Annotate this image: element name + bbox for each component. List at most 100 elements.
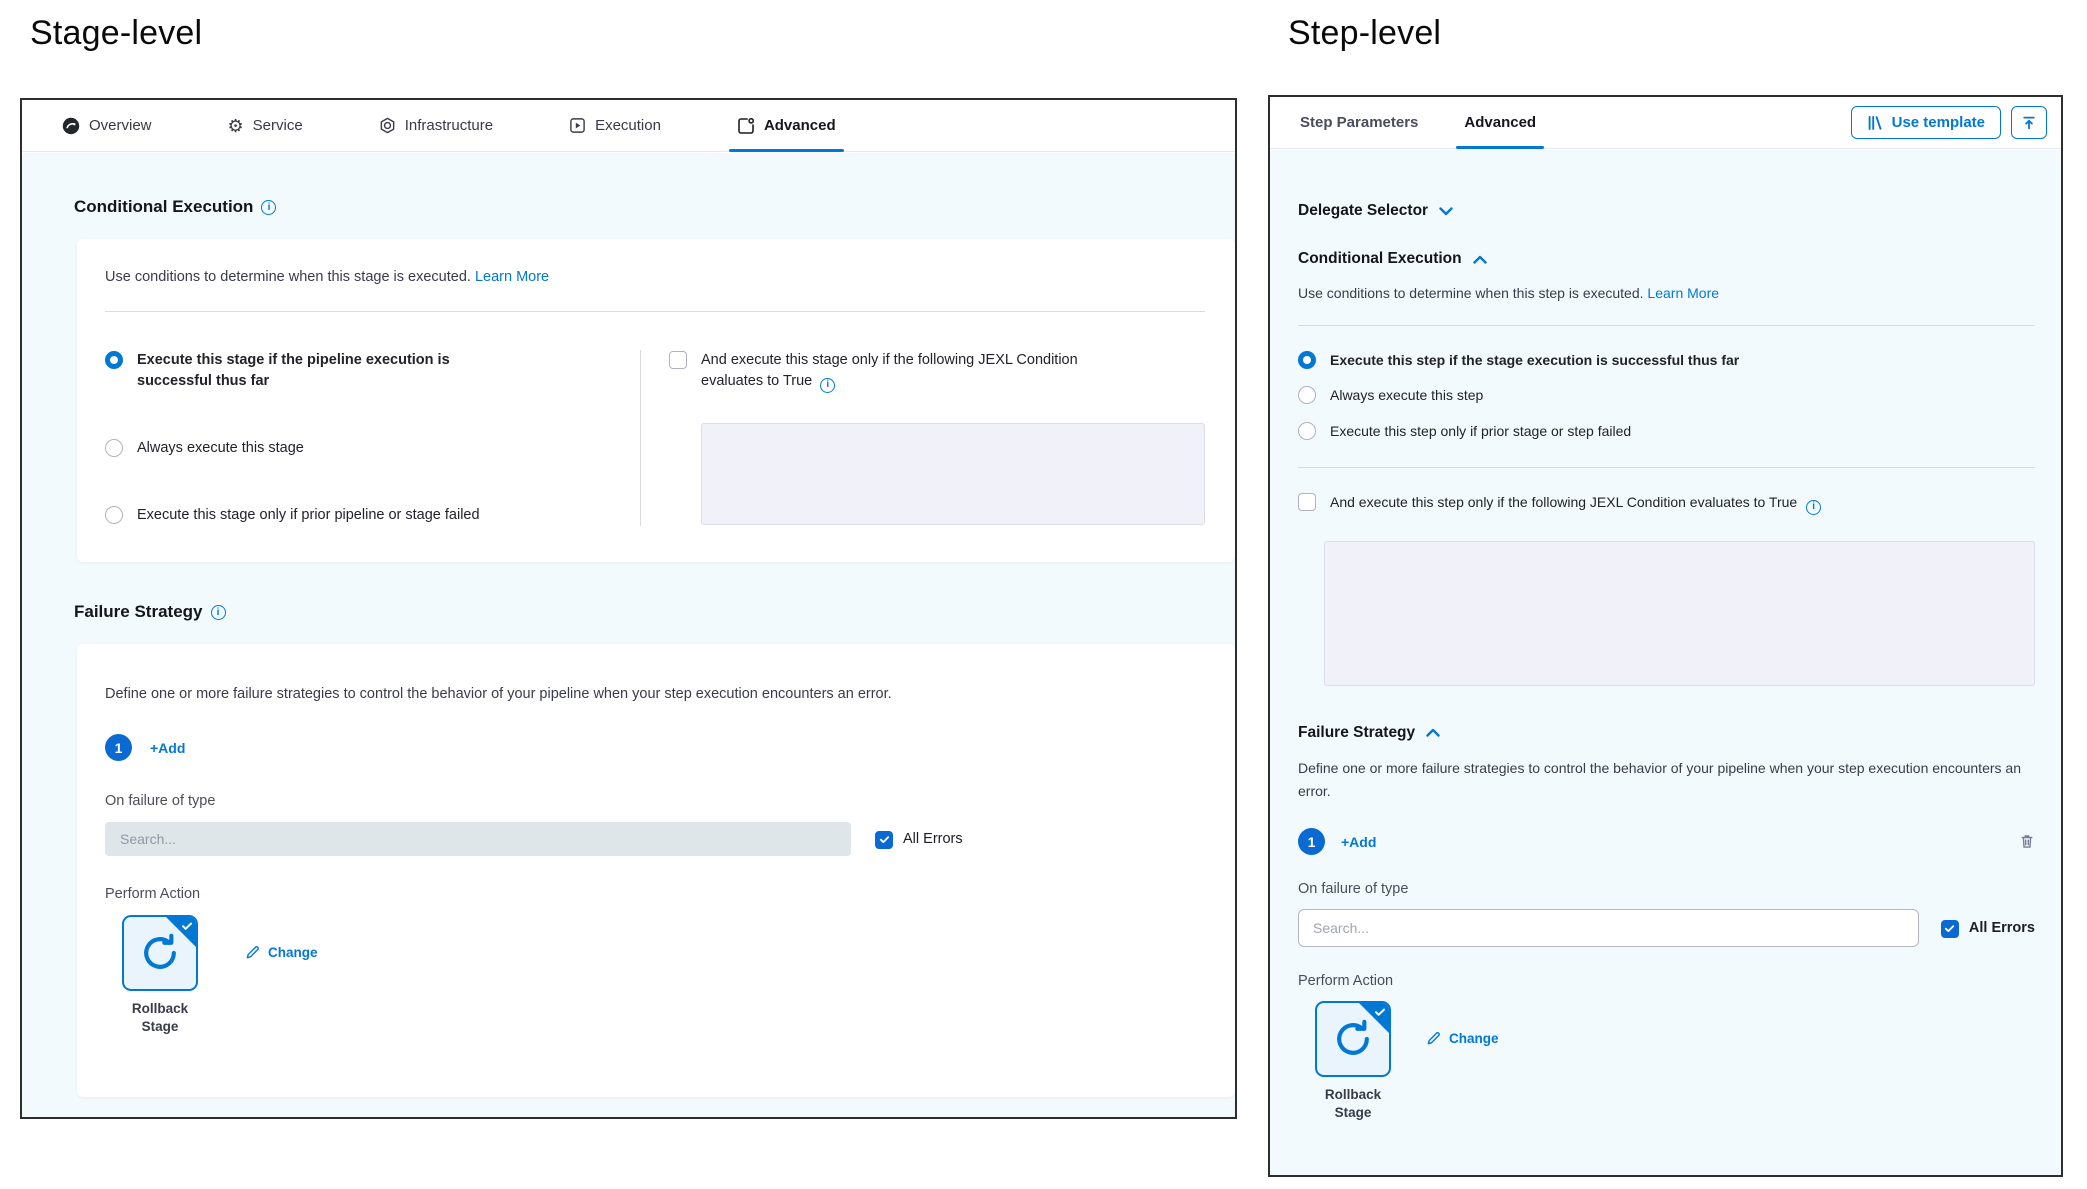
failure-type-search-input[interactable] bbox=[1298, 909, 1919, 947]
infrastructure-icon bbox=[379, 117, 396, 134]
change-label: Change bbox=[268, 945, 318, 960]
all-errors-checkbox[interactable] bbox=[875, 831, 893, 849]
all-errors-label: All Errors bbox=[1969, 920, 2035, 936]
add-strategy-button[interactable]: +Add bbox=[150, 740, 185, 756]
radio-button[interactable] bbox=[1298, 351, 1316, 369]
perform-action-label: Perform Action bbox=[1298, 973, 2035, 989]
on-failure-label: On failure of type bbox=[1298, 881, 2035, 897]
perform-action-row: Rollback Stage Change bbox=[1298, 1001, 2035, 1122]
section-title-text: Failure Strategy bbox=[74, 602, 203, 622]
radio-option: Execute this step if the stage execution… bbox=[1298, 350, 2035, 370]
jexl-checkbox[interactable] bbox=[1298, 493, 1316, 511]
section-title-text: Failure Strategy bbox=[1298, 724, 1415, 742]
failure-type-search-input[interactable] bbox=[105, 822, 851, 856]
conditional-execution-heading[interactable]: Conditional Execution bbox=[1298, 250, 2035, 268]
info-icon[interactable] bbox=[211, 605, 226, 620]
tab-advanced[interactable]: Advanced bbox=[1464, 97, 1536, 148]
jexl-column: And execute this stage only if the follo… bbox=[641, 350, 1205, 526]
radio-option: Always execute this step bbox=[1298, 385, 2035, 405]
failure-type-row: All Errors bbox=[105, 822, 1205, 856]
divider bbox=[1298, 467, 2035, 468]
tab-execution[interactable]: Execution bbox=[569, 100, 661, 151]
strategy-badge[interactable]: 1 bbox=[1298, 828, 1325, 855]
learn-more-link[interactable]: Learn More bbox=[1647, 285, 1719, 301]
radio-label: Execute this step only if prior stage or… bbox=[1330, 421, 1631, 441]
radio-option: Always execute this stage bbox=[105, 438, 640, 459]
tab-advanced[interactable]: Advanced bbox=[737, 100, 836, 151]
execution-icon bbox=[569, 117, 586, 134]
tab-label: Overview bbox=[89, 117, 152, 134]
tab-label: Infrastructure bbox=[405, 117, 493, 134]
tab-overview[interactable]: Overview bbox=[62, 100, 152, 151]
corner-check-icon bbox=[181, 920, 193, 932]
info-icon[interactable] bbox=[820, 378, 835, 393]
jexl-condition-textarea[interactable] bbox=[701, 423, 1205, 525]
rollback-stage-tile[interactable] bbox=[122, 915, 198, 991]
chevron-down-icon bbox=[1439, 207, 1453, 216]
jexl-checkbox-label: And execute this stage only if the follo… bbox=[701, 350, 1141, 393]
check-icon bbox=[1944, 923, 1955, 934]
tab-service[interactable]: ⚙ Service bbox=[228, 100, 303, 151]
divider bbox=[105, 311, 1205, 312]
stage-level-title: Stage-level bbox=[30, 14, 202, 53]
divider bbox=[1298, 325, 2035, 326]
change-action-link[interactable]: Change bbox=[1426, 1031, 1499, 1046]
rollback-stage-tile[interactable] bbox=[1315, 1001, 1391, 1077]
stage-advanced-panel: Overview ⚙ Service Infrastructure Execut… bbox=[20, 98, 1237, 1119]
stage-tabbar: Overview ⚙ Service Infrastructure Execut… bbox=[22, 100, 1235, 152]
gear-icon: ⚙ bbox=[228, 117, 244, 135]
step-tab-actions: Use template bbox=[1851, 106, 2047, 139]
radio-button[interactable] bbox=[105, 506, 123, 524]
strategy-badge[interactable]: 1 bbox=[105, 734, 132, 761]
add-strategy-button[interactable]: +Add bbox=[1341, 834, 1376, 850]
change-label: Change bbox=[1449, 1031, 1499, 1046]
radio-button[interactable] bbox=[1298, 422, 1316, 440]
tab-step-parameters[interactable]: Step Parameters bbox=[1300, 97, 1418, 148]
delete-strategy-button[interactable] bbox=[2019, 833, 2035, 850]
info-icon[interactable] bbox=[1806, 500, 1821, 515]
use-template-button[interactable]: Use template bbox=[1851, 106, 2001, 139]
section-title-text: Delegate Selector bbox=[1298, 202, 1428, 220]
trash-icon bbox=[2019, 833, 2035, 850]
conditional-execution-card: Use conditions to determine when this st… bbox=[77, 239, 1235, 562]
all-errors-checkbox[interactable] bbox=[1941, 920, 1959, 938]
description-text: Use conditions to determine when this st… bbox=[1298, 285, 1644, 301]
radio-label: Always execute this stage bbox=[137, 438, 304, 459]
action-name-caption: Rollback Stage bbox=[112, 1000, 208, 1036]
check-icon bbox=[879, 834, 890, 845]
conditional-execution-description: Use conditions to determine when this st… bbox=[105, 269, 1205, 285]
stage-advanced-content: Conditional Execution Use conditions to … bbox=[22, 153, 1235, 1117]
strategy-list-row: 1 +Add bbox=[1298, 828, 2035, 855]
use-template-label: Use template bbox=[1892, 114, 1985, 131]
pencil-icon bbox=[245, 945, 260, 960]
failure-strategy-description: Define one or more failure strategies to… bbox=[105, 686, 1205, 702]
radio-button[interactable] bbox=[1298, 386, 1316, 404]
all-errors-label: All Errors bbox=[903, 831, 963, 847]
info-icon[interactable] bbox=[261, 200, 276, 215]
change-action-link[interactable]: Change bbox=[245, 945, 318, 960]
section-title-text: Conditional Execution bbox=[1298, 250, 1462, 268]
all-errors-row: All Errors bbox=[1941, 919, 2035, 938]
strategy-list-row: 1 +Add bbox=[105, 734, 1205, 761]
tab-infrastructure[interactable]: Infrastructure bbox=[379, 100, 493, 151]
delegate-selector-heading[interactable]: Delegate Selector bbox=[1298, 202, 2035, 220]
conditional-execution-heading: Conditional Execution bbox=[74, 197, 1235, 217]
condition-options-column: Execute this stage if the pipeline execu… bbox=[105, 350, 640, 526]
upload-template-button[interactable] bbox=[2011, 106, 2047, 139]
learn-more-link[interactable]: Learn More bbox=[475, 269, 549, 285]
condition-options: Execute this step if the stage execution… bbox=[1298, 350, 2035, 441]
template-library-icon bbox=[1867, 115, 1883, 131]
failure-strategy-heading[interactable]: Failure Strategy bbox=[1298, 724, 2035, 742]
radio-button[interactable] bbox=[105, 439, 123, 457]
step-tabbar: Step Parameters Advanced Use template bbox=[1270, 97, 2061, 149]
radio-button[interactable] bbox=[105, 351, 123, 369]
jexl-condition-textarea[interactable] bbox=[1324, 541, 2035, 686]
action-name-caption: Rollback Stage bbox=[1305, 1086, 1401, 1122]
jexl-checkbox[interactable] bbox=[669, 351, 687, 369]
failure-strategy-description: Define one or more failure strategies to… bbox=[1298, 757, 2035, 805]
conditional-execution-description: Use conditions to determine when this st… bbox=[1298, 285, 2035, 301]
chevron-up-icon bbox=[1426, 728, 1440, 737]
jexl-checkbox-label: And execute this step only if the follow… bbox=[1330, 492, 1821, 515]
radio-option: Execute this stage only if prior pipelin… bbox=[105, 505, 640, 526]
tab-label: Advanced bbox=[1464, 114, 1536, 131]
